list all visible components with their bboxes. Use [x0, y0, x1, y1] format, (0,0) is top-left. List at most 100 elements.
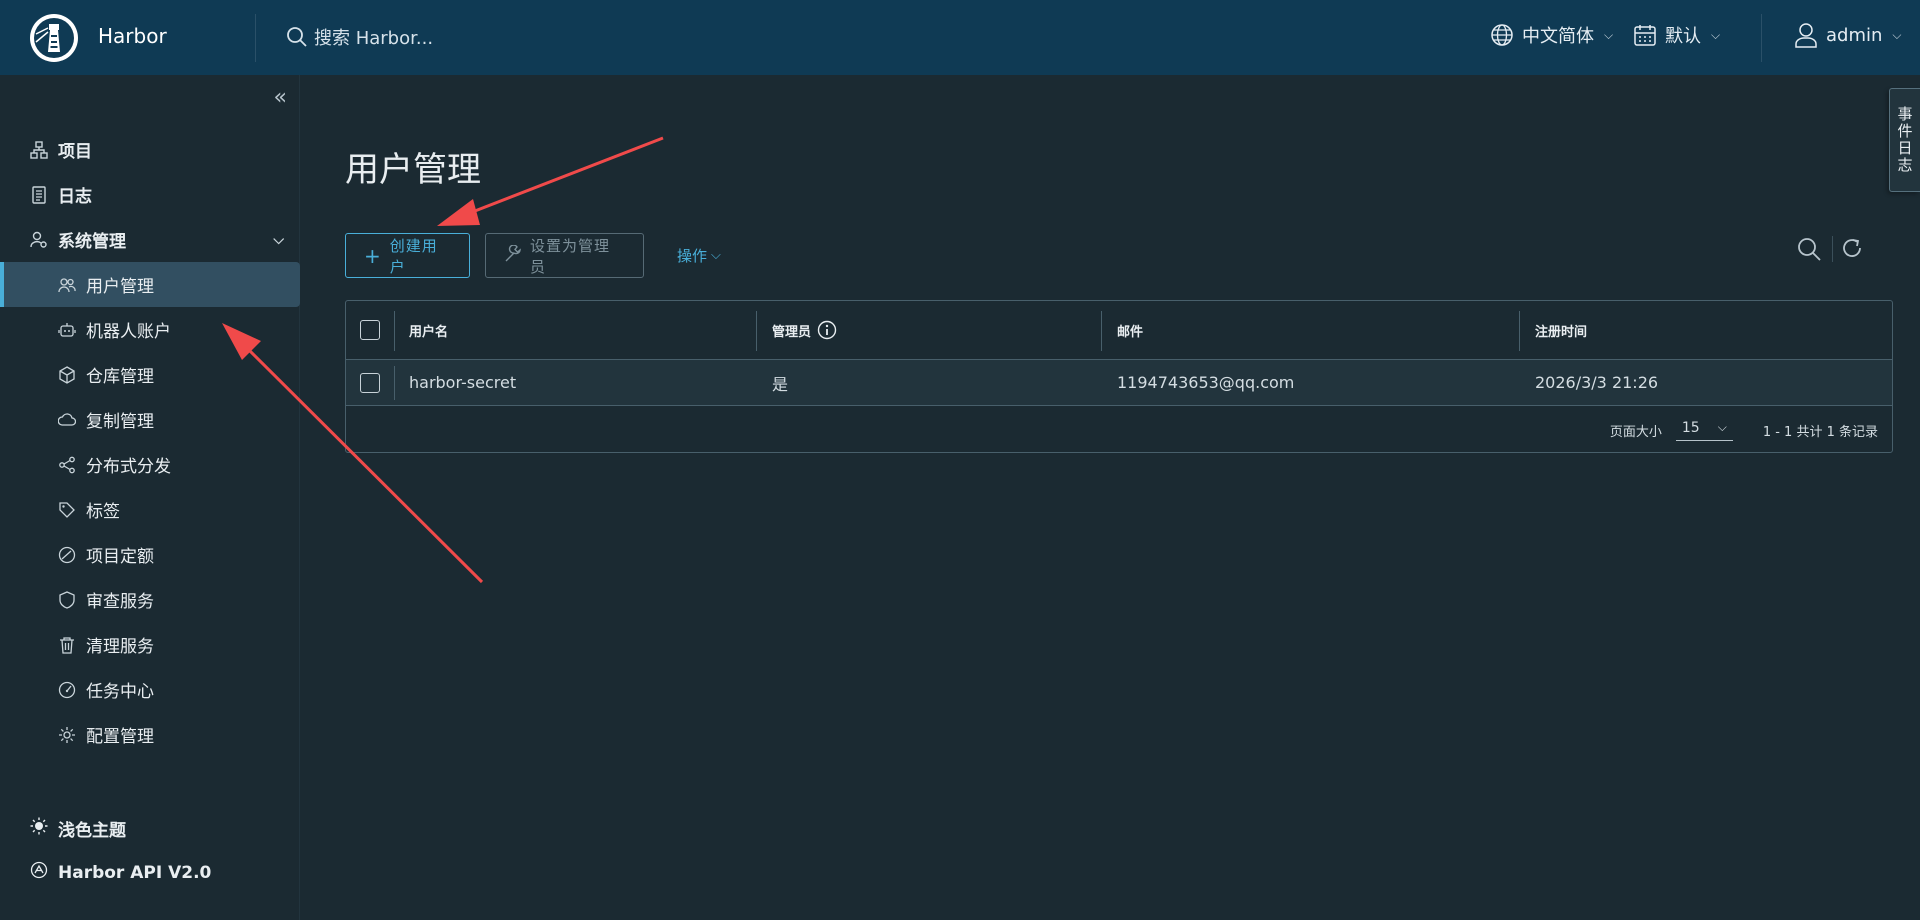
cell-email: 1194743653@qq.com: [1117, 373, 1295, 392]
info-icon[interactable]: [817, 320, 837, 340]
trash-icon: [58, 636, 76, 654]
sidebar-item-user-management[interactable]: 用户管理: [0, 262, 300, 307]
table-footer: 页面大小 15 ⌵ 1 - 1 共计 1 条记录: [346, 407, 1892, 453]
user-menu[interactable]: admin ⌵: [1794, 22, 1902, 48]
sidebar-item-label: 项目: [58, 142, 92, 162]
column-header-label: 用户名: [409, 324, 449, 340]
shield-icon: [58, 590, 76, 609]
select-all-checkbox[interactable]: [360, 320, 380, 340]
chevron-down-icon: ⌵: [1892, 27, 1902, 42]
robot-icon: [58, 321, 76, 339]
language-label: 中文简体: [1522, 26, 1594, 47]
column-header-username[interactable]: 用户名: [409, 301, 448, 359]
sidebar-item-label: 分布式分发: [86, 457, 171, 477]
distribution-icon: [58, 456, 76, 474]
sidebar-item-robot-accounts[interactable]: 机器人账户: [0, 307, 300, 352]
sidebar-item-system-admin[interactable]: 系统管理 ⌵: [0, 217, 300, 262]
language-selector[interactable]: 中文简体 ⌵: [1490, 22, 1613, 48]
users-table: 用户名 管理员 邮件 注册时间 harbor-secret 是 11947436…: [345, 300, 1893, 453]
username-label: admin: [1826, 24, 1883, 46]
sidebar-item-job-service[interactable]: 任务中心: [0, 667, 300, 712]
sidebar-item-label: 项目定额: [86, 547, 154, 567]
column-divider[interactable]: [1101, 311, 1102, 351]
api-icon: [30, 861, 48, 884]
search-table-button[interactable]: [1796, 236, 1822, 262]
sidebar-item-label: 系统管理: [58, 232, 126, 252]
search-icon: [1798, 238, 1821, 261]
sidebar-item-replications[interactable]: 复制管理: [0, 397, 300, 442]
table-header: 用户名 管理员 邮件 注册时间: [346, 301, 1892, 360]
projects-icon: [30, 140, 48, 159]
sidebar-item-label: 用户管理: [86, 277, 154, 297]
search-icon: [287, 27, 307, 47]
page-size-label: 页面大小: [1609, 424, 1662, 440]
chevron-down-icon: ⌵: [273, 231, 284, 248]
sidebar-item-clean-up[interactable]: 清理服务: [0, 622, 300, 667]
set-as-admin-button[interactable]: 设置为管理员: [485, 233, 644, 278]
column-header-email[interactable]: 邮件: [1117, 301, 1143, 359]
datetime-label: 默认: [1665, 26, 1701, 47]
create-user-label: 创建用户: [389, 236, 438, 276]
select-all-checkbox-cell: [360, 301, 380, 359]
column-header-registered[interactable]: 注册时间: [1535, 301, 1587, 359]
logs-icon: [30, 185, 48, 204]
search-placeholder: 搜索 Harbor...: [314, 28, 434, 49]
cell-username: harbor-secret: [409, 373, 517, 392]
sidebar-item-distributions[interactable]: 分布式分发: [0, 442, 300, 487]
sidebar-item-projects[interactable]: 项目: [0, 127, 300, 172]
create-user-button[interactable]: + 创建用户: [345, 233, 470, 278]
registry-icon: [58, 365, 76, 384]
sidebar-item-labels[interactable]: 标签: [0, 487, 300, 532]
globe-icon: [1491, 24, 1513, 46]
wrench-icon: [504, 243, 522, 267]
sidebar-item-project-quotas[interactable]: 项目定额: [0, 532, 300, 577]
theme-toggle[interactable]: 浅色主题: [30, 816, 126, 841]
event-log-tab[interactable]: 事件日志: [1889, 88, 1920, 192]
column-divider: [394, 366, 395, 400]
sidebar-item-label: 复制管理: [86, 412, 154, 432]
sidebar-item-configuration[interactable]: 配置管理: [0, 712, 300, 757]
plus-icon: +: [364, 243, 382, 268]
sidebar-item-label: 标签: [86, 502, 120, 522]
actions-label: 操作: [677, 247, 708, 265]
page-title: 用户管理: [345, 150, 481, 190]
api-link-label: Harbor API V2.0: [58, 862, 212, 883]
refresh-button[interactable]: [1840, 236, 1864, 260]
header-divider: [1761, 14, 1762, 62]
sidebar-item-interrogation-services[interactable]: 审查服务: [0, 577, 300, 622]
replication-icon: [58, 411, 76, 429]
global-search[interactable]: 搜索 Harbor...: [286, 24, 433, 50]
datetime-format-selector[interactable]: 默认 ⌵: [1633, 22, 1720, 48]
system-admin-icon: [30, 231, 48, 249]
chevron-down-icon: ⌵: [1711, 27, 1721, 42]
page-size-value: 15: [1681, 419, 1700, 436]
column-header-admin[interactable]: 管理员: [772, 301, 837, 359]
row-checkbox[interactable]: [360, 372, 380, 393]
row-checkbox-cell: [360, 360, 380, 405]
pagination-summary: 1 - 1 共计 1 条记录: [1762, 424, 1878, 440]
column-header-label: 管理员: [772, 324, 812, 340]
users-icon: [58, 276, 76, 294]
harbor-api-link[interactable]: Harbor API V2.0: [30, 861, 211, 884]
sun-icon: [30, 817, 48, 840]
column-divider[interactable]: [1519, 311, 1520, 351]
sidebar-item-logs[interactable]: 日志: [0, 172, 300, 217]
actions-dropdown[interactable]: 操作 ⌵: [677, 245, 721, 266]
page-size-select[interactable]: 15 ⌵: [1675, 419, 1733, 441]
sidebar-item-registries[interactable]: 仓库管理: [0, 352, 300, 397]
collapse-sidebar-icon[interactable]: «: [274, 85, 287, 110]
sidebar-item-label: 机器人账户: [86, 322, 171, 342]
tag-icon: [58, 501, 76, 519]
sidebar-nav: 项目 日志 系统管理 ⌵ 用户管理 机器人账户 仓库管理 复制管理 分布式分发 …: [0, 127, 300, 757]
harbor-logo[interactable]: [28, 12, 80, 64]
sidebar-item-label: 任务中心: [86, 682, 154, 702]
chevron-down-icon: ⌵: [1604, 27, 1614, 42]
gear-icon: [58, 726, 76, 744]
table-row[interactable]: harbor-secret 是 1194743653@qq.com 2026/3…: [346, 360, 1892, 406]
column-divider[interactable]: [756, 311, 757, 351]
top-header: Harbor 搜索 Harbor... 中文简体 ⌵ 默认 ⌵ admin ⌵: [0, 0, 1920, 75]
brand-name: Harbor: [98, 24, 167, 48]
sidebar: « 项目 日志 系统管理 ⌵ 用户管理 机器人账户 仓库管理 复制管理 分布式分…: [0, 75, 300, 920]
column-header-label: 注册时间: [1535, 324, 1588, 340]
sidebar-item-label: 日志: [58, 187, 92, 207]
